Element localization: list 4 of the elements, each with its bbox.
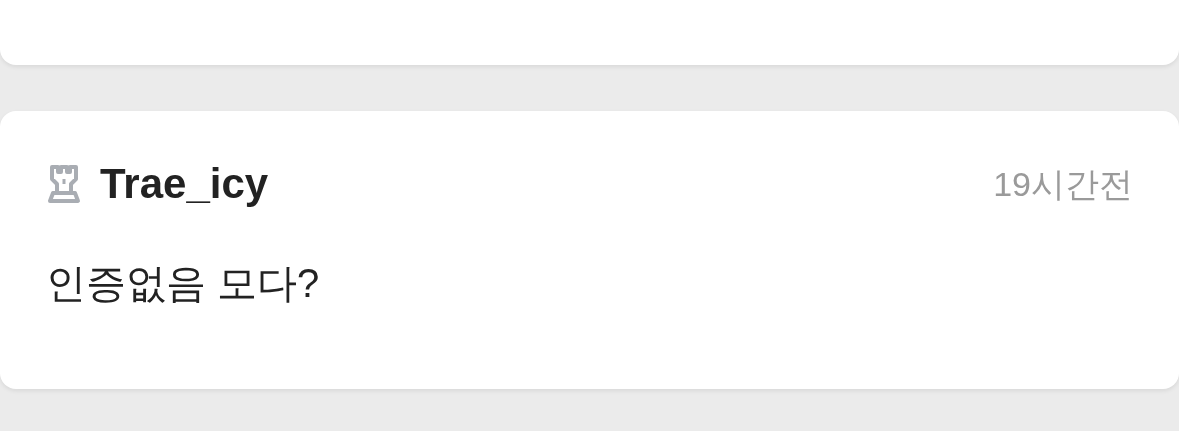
comment-text: 인증없음 모다? xyxy=(46,263,321,303)
rook-icon xyxy=(46,163,82,205)
username: Trae_icy xyxy=(100,163,269,205)
timestamp: 19시간전 xyxy=(993,167,1133,201)
